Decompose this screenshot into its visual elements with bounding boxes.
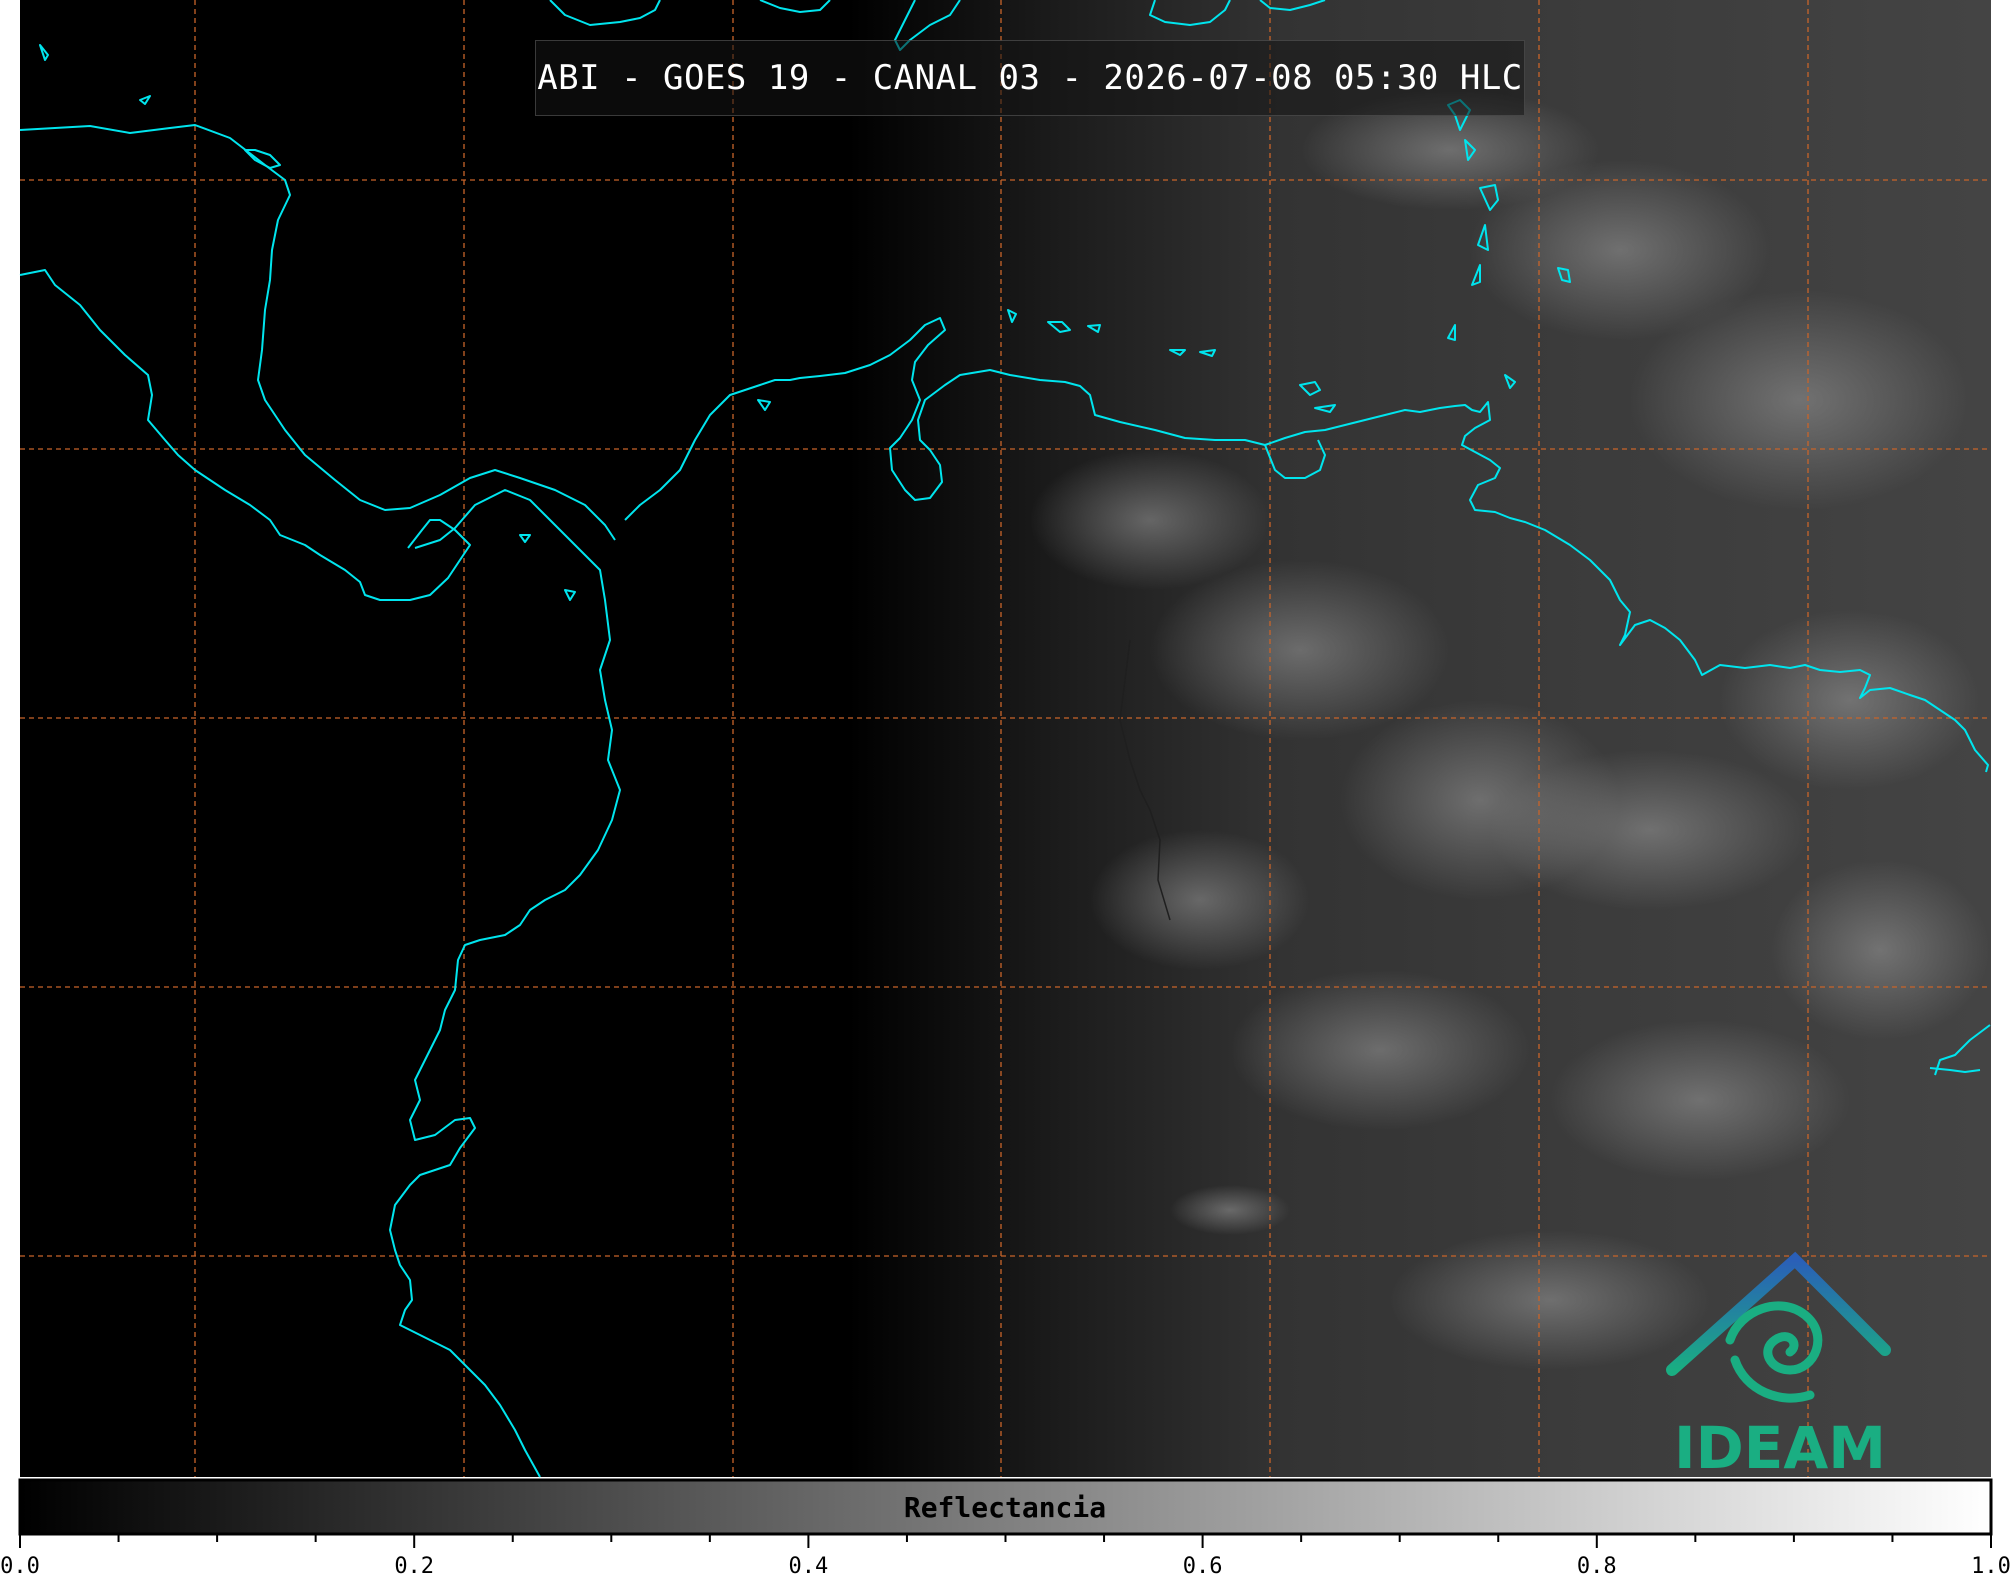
colorbar-label: Reflectancia	[904, 1491, 1106, 1524]
colorbar-tick-label: 1.0	[1971, 1554, 2011, 1577]
title-banner: ABI - GOES 19 - CANAL 03 - 2026-07-08 05…	[535, 40, 1525, 116]
logo-text: IDEAM	[1674, 1414, 1886, 1482]
colorbar-tick-label: 0.8	[1577, 1554, 1617, 1577]
colorbar-tick-label: 0.6	[1183, 1554, 1223, 1577]
colorbar-tick-label: 0.4	[789, 1554, 829, 1577]
colorbar: Reflectancia 0.0 0.2 0.4 0.6 0.8 1.0	[0, 1478, 2011, 1577]
page-title: ABI - GOES 19 - CANAL 03 - 2026-07-08 05…	[537, 58, 1523, 98]
colorbar-tick-label: 0.0	[0, 1554, 40, 1577]
colorbar-tick-labels: 0.0 0.2 0.4 0.6 0.8 1.0	[0, 1554, 2011, 1577]
colorbar-tick-label: 0.2	[394, 1554, 434, 1577]
colorbar-ticks	[19, 1534, 1992, 1548]
satellite-map: IDEAM Reflectancia 0.0 0.2 0.4 0.6 0.8 1.0	[0, 0, 2011, 1577]
